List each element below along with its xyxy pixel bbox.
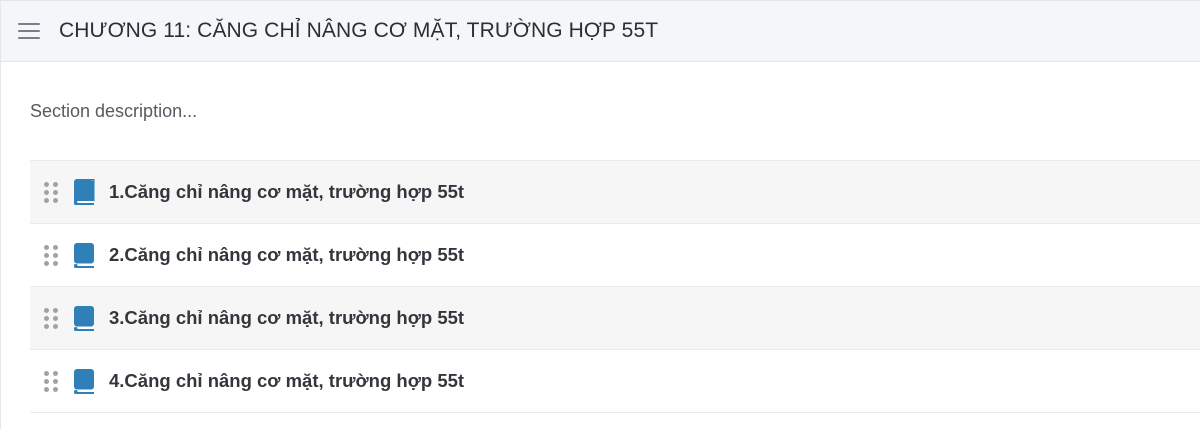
- book-icon: [73, 242, 95, 268]
- lesson-title[interactable]: 2.Căng chỉ nâng cơ mặt, trường hợp 55t: [109, 244, 464, 266]
- book-icon: [73, 368, 95, 394]
- lesson-row[interactable]: 2.Căng chỉ nâng cơ mặt, trường hợp 55t: [30, 224, 1200, 287]
- lesson-title[interactable]: 4.Căng chỉ nâng cơ mặt, trường hợp 55t: [109, 370, 464, 392]
- book-icon: [73, 179, 95, 205]
- section-header[interactable]: CHƯƠNG 11: CĂNG CHỈ NÂNG CƠ MẶT, TRƯỜNG …: [1, 0, 1200, 62]
- section-title[interactable]: CHƯƠNG 11: CĂNG CHỈ NÂNG CƠ MẶT, TRƯỜNG …: [59, 19, 658, 43]
- lesson-row[interactable]: 4.Căng chỉ nâng cơ mặt, trường hợp 55t: [30, 350, 1200, 413]
- book-icon: [73, 305, 95, 331]
- lesson-title[interactable]: 1.Căng chỉ nâng cơ mặt, trường hợp 55t: [109, 181, 464, 203]
- section-description[interactable]: Section description...: [30, 62, 1200, 160]
- drag-handle-icon[interactable]: [44, 245, 58, 266]
- curriculum-page: CHƯƠNG 11: CĂNG CHỈ NÂNG CƠ MẶT, TRƯỜNG …: [0, 0, 1200, 429]
- drag-handle-icon[interactable]: [44, 308, 58, 329]
- lesson-row[interactable]: 1.Căng chỉ nâng cơ mặt, trường hợp 55t: [30, 161, 1200, 224]
- lesson-row[interactable]: 3.Căng chỉ nâng cơ mặt, trường hợp 55t: [30, 287, 1200, 350]
- lesson-title[interactable]: 3.Căng chỉ nâng cơ mặt, trường hợp 55t: [109, 307, 464, 329]
- section-body: Section description... 1.Căng chỉ nâng c…: [1, 62, 1200, 413]
- drag-handle-icon[interactable]: [44, 371, 58, 392]
- drag-handle-icon[interactable]: [44, 182, 58, 203]
- lesson-list: 1.Căng chỉ nâng cơ mặt, trường hợp 55t 2…: [30, 160, 1200, 413]
- menu-icon[interactable]: [18, 23, 40, 39]
